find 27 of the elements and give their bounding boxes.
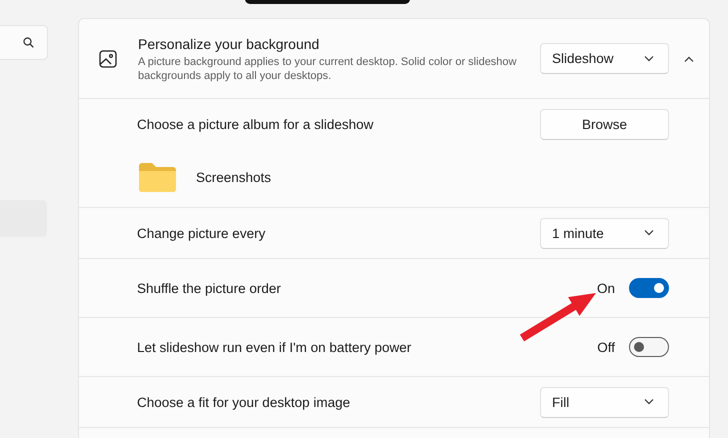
toggle-switch[interactable] (629, 337, 669, 357)
setting-label: Choose a picture album for a slideshow (137, 117, 374, 132)
dropdown[interactable]: Slideshow (540, 43, 669, 74)
setting-label: Let slideshow run even if I'm on battery power (137, 340, 412, 354)
folder-name: Screenshots (196, 170, 272, 185)
chevron-down-icon (644, 230, 654, 236)
dropdown-value: 1 minute (552, 226, 604, 240)
toggle-switch[interactable] (629, 278, 669, 298)
dropdown[interactable]: 1 minute (540, 218, 669, 248)
toggle-state: Off (597, 340, 615, 354)
dropdown-value: Fill (552, 394, 570, 410)
setting-label: Choose a fit for your desktop image (137, 394, 352, 410)
browse-button[interactable]: Browse (540, 109, 669, 140)
dropdown[interactable]: Fill (540, 386, 669, 418)
search-icon (23, 37, 34, 48)
setting-label: Shuffle the picture order (137, 280, 282, 296)
section-description: A picture background applies to your current desktop. Solid color or slideshow backgrounds apply to all your desktops. (138, 54, 518, 82)
chevron-down-icon (644, 399, 654, 405)
toggle-state: On (596, 280, 615, 296)
dropdown-value: Slideshow (552, 51, 614, 66)
chevron-down-icon (644, 56, 654, 62)
image-icon (99, 50, 117, 68)
search-field[interactable] (0, 25, 48, 60)
section-title: Personalize your background (138, 34, 320, 52)
chevron-up-icon (684, 56, 694, 62)
setting-label: Change picture every (137, 226, 266, 240)
folder-icon (139, 163, 176, 192)
